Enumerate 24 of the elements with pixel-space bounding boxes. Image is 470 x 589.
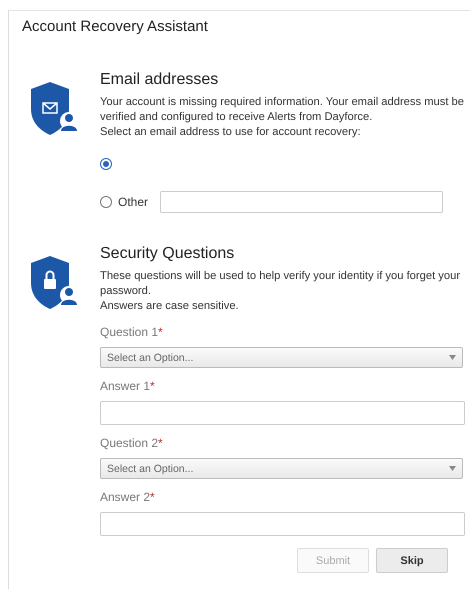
radio-button[interactable]	[100, 158, 112, 170]
other-email-field[interactable]	[160, 191, 444, 213]
option-label: Other	[118, 195, 148, 209]
section-description: These questions will be used to help verify your identity if you forget your password.	[100, 269, 462, 299]
section-description: Your account is missing required information. Your email address must be verified and configured to receive Alerts from Dayforce.	[100, 95, 464, 125]
field-label: Answer 2*	[100, 490, 156, 504]
section-description: Select an email address to use for account recovery:	[100, 125, 362, 140]
answer-field[interactable]	[100, 512, 465, 536]
shield-lock-icon	[28, 255, 78, 312]
skip-button[interactable]: Skip	[376, 548, 448, 573]
answer-field[interactable]	[100, 401, 465, 425]
radio-button[interactable]	[100, 196, 112, 208]
dialog-title: Account Recovery Assistant	[22, 18, 209, 35]
section-heading: Email addresses	[100, 71, 220, 89]
shield-mail-icon	[28, 81, 78, 138]
caret-icon	[449, 353, 456, 362]
question-dropdown[interactable]: Select an Option...	[100, 458, 463, 479]
field-label: Question 2*	[100, 436, 164, 450]
field-label: Answer 1*	[100, 379, 156, 393]
section-heading: Security Questions	[100, 245, 236, 263]
caret-icon	[449, 464, 456, 473]
question-dropdown[interactable]: Select an Option...	[100, 347, 463, 368]
section-description: Answers are case sensitive.	[100, 299, 240, 314]
field-label: Question 1*	[100, 325, 164, 339]
